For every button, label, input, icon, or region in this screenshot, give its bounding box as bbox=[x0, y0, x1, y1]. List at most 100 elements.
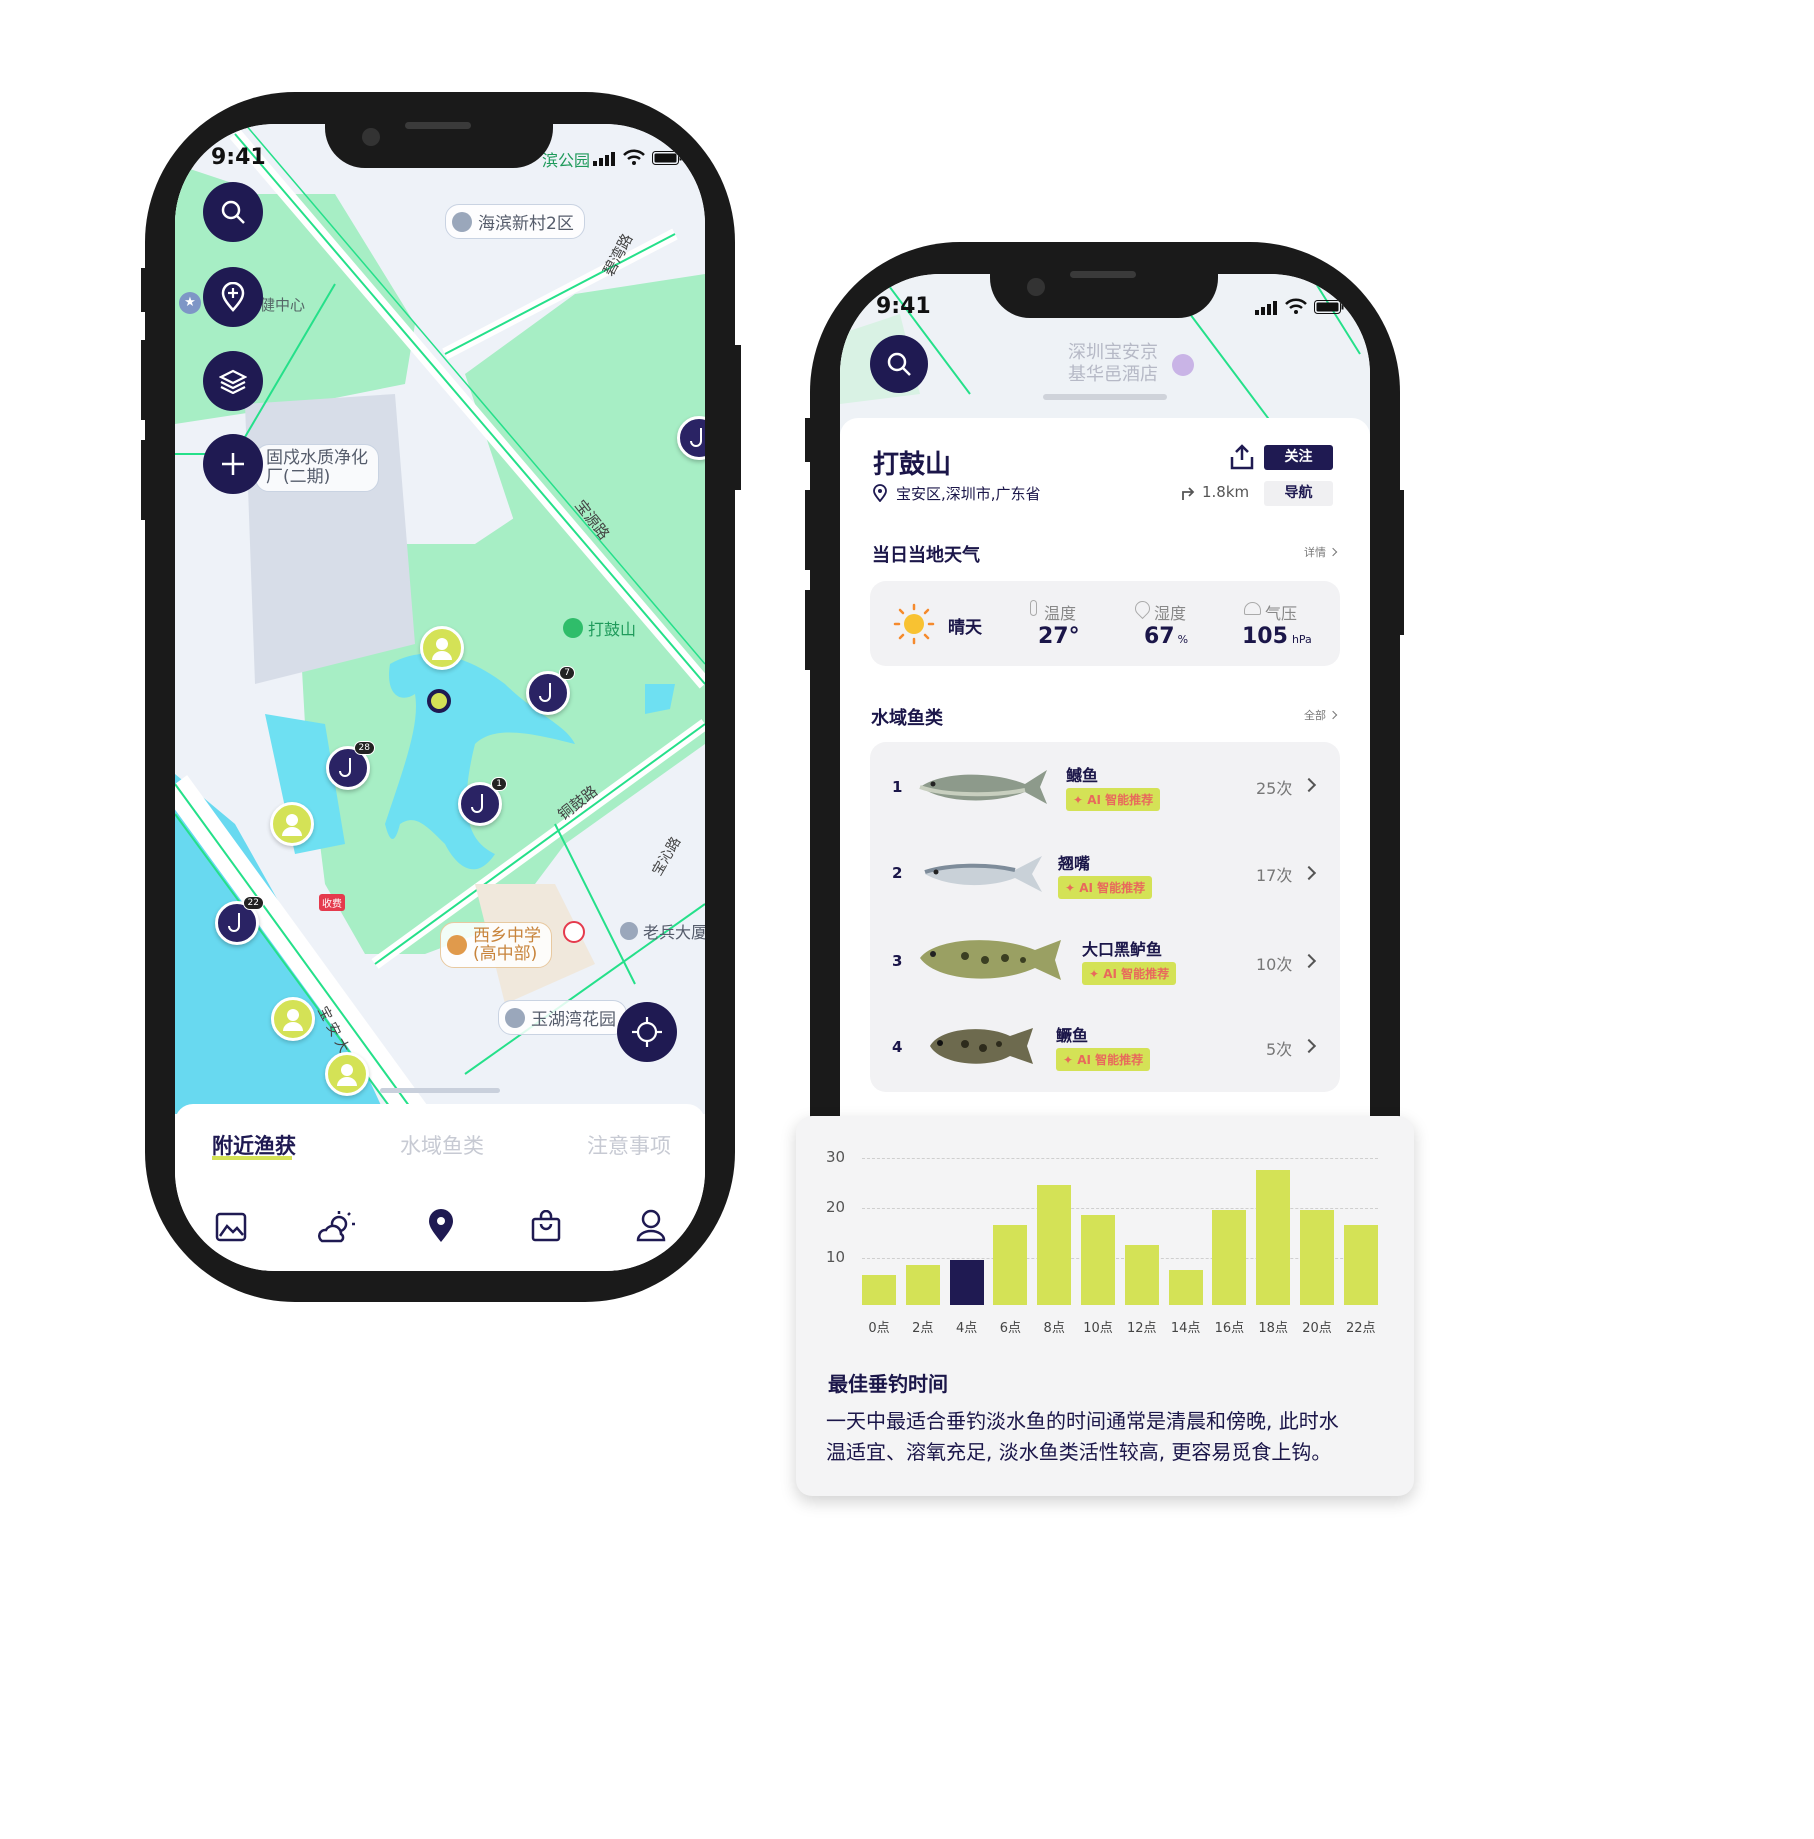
bag-icon[interactable] bbox=[531, 1209, 561, 1246]
locate-button[interactable] bbox=[617, 1002, 677, 1062]
signal-icon bbox=[1255, 300, 1279, 319]
current-location-dot bbox=[427, 689, 451, 713]
map-pin-icon[interactable] bbox=[428, 1209, 454, 1247]
catch-count: 17次 bbox=[1256, 866, 1293, 885]
search-button[interactable] bbox=[203, 182, 263, 242]
map-label-haibin[interactable]: 海滨新村2区 bbox=[445, 204, 585, 239]
fish-name: 大口黑鲈鱼 bbox=[1082, 940, 1163, 959]
fish-section-title: 水域鱼类 bbox=[871, 708, 943, 729]
x-tick-label: 2点 bbox=[912, 1321, 934, 1336]
fish-list-item[interactable]: 2 翘嘴 ✦ AI 智能推荐 17次 bbox=[870, 828, 1338, 914]
search-icon bbox=[887, 352, 911, 376]
humidity-value: 67% bbox=[1144, 624, 1189, 649]
map-label-hotel: 深圳宝安京 基华邑酒店 bbox=[1068, 342, 1158, 385]
y-tick: 20 bbox=[826, 1198, 846, 1216]
x-tick-label: 22点 bbox=[1346, 1321, 1376, 1336]
chart-bar bbox=[1300, 1210, 1334, 1305]
fish-image bbox=[920, 940, 1061, 980]
navigate-button[interactable]: 导航 bbox=[1264, 481, 1333, 506]
layers-button[interactable] bbox=[203, 351, 263, 411]
sun-icon bbox=[893, 603, 935, 649]
left-phone-screen: 9:41 滨公园 海滨新村2区 健中心 ★ 固戍水质净化 厂(二期) 打鼓山 宝源… bbox=[175, 124, 705, 1271]
angler-avatar[interactable] bbox=[271, 997, 315, 1041]
angler-avatar[interactable] bbox=[420, 626, 464, 670]
status-time: 9:41 bbox=[876, 294, 931, 319]
toll-badge: 收费 bbox=[319, 894, 345, 911]
chevron-right-icon bbox=[1328, 710, 1338, 720]
fish-rank: 1 bbox=[892, 778, 903, 796]
y-tick: 10 bbox=[826, 1248, 846, 1266]
weather-section-title: 当日当地天气 bbox=[872, 545, 980, 566]
sheet-handle[interactable] bbox=[1043, 394, 1167, 400]
pressure-icon bbox=[1244, 602, 1261, 615]
wifi-icon bbox=[1285, 298, 1307, 318]
y-tick: 30 bbox=[826, 1148, 846, 1166]
x-tick-label: 14点 bbox=[1170, 1321, 1201, 1336]
battery-icon bbox=[652, 150, 682, 169]
catch-count: 10次 bbox=[1256, 955, 1293, 974]
fish-more-link[interactable]: 全部 bbox=[1304, 707, 1338, 723]
fish-name: 鳡鱼 bbox=[1066, 766, 1099, 785]
angler-avatar[interactable] bbox=[325, 1052, 369, 1096]
map-label-laobing[interactable]: 老兵大厦 bbox=[620, 919, 705, 943]
weather-more-link[interactable]: 详情 bbox=[1304, 544, 1338, 560]
left-phone-speaker bbox=[405, 122, 471, 129]
map-label-yuhu[interactable]: 玉湖湾花园 bbox=[498, 1000, 627, 1035]
sheet-handle[interactable] bbox=[380, 1088, 500, 1093]
weather-icon[interactable] bbox=[317, 1210, 357, 1248]
add-button[interactable] bbox=[203, 434, 263, 494]
crosshair-icon bbox=[632, 1017, 662, 1047]
gallery-icon[interactable] bbox=[215, 1212, 247, 1246]
fish-list-item[interactable]: 4 鳜鱼 ✦ AI 智能推荐 5次 bbox=[870, 1004, 1338, 1090]
tab-water-fish[interactable]: 水域鱼类 bbox=[400, 1130, 484, 1160]
left-phone-notch bbox=[325, 124, 553, 168]
card-description: 一天中最适合垂钓淡水鱼的时间通常是清晨和傍晚, 此时水 温适宜、溶氧充足, 淡水… bbox=[826, 1406, 1339, 1468]
fish-rank: 3 bbox=[892, 952, 903, 970]
search-button[interactable] bbox=[870, 335, 928, 393]
right-phone-notch bbox=[990, 274, 1218, 318]
building-icon bbox=[620, 922, 638, 940]
fish-rank: 2 bbox=[892, 864, 903, 882]
chevron-right-icon bbox=[1301, 1038, 1317, 1054]
chart-bar bbox=[949, 1260, 984, 1305]
catch-pin[interactable]: 22 bbox=[215, 896, 264, 945]
x-tick-label: 18点 bbox=[1258, 1321, 1288, 1336]
tab-notes[interactable]: 注意事项 bbox=[587, 1130, 671, 1160]
fish-image bbox=[924, 856, 1042, 892]
fish-name: 翘嘴 bbox=[1058, 854, 1091, 873]
humidity-label: 湿度 bbox=[1154, 604, 1187, 623]
catch-pin[interactable]: 1 bbox=[458, 777, 507, 826]
building-icon bbox=[452, 211, 472, 232]
status-time: 9:41 bbox=[211, 145, 266, 170]
angler-avatar[interactable] bbox=[270, 802, 314, 846]
chart-bar bbox=[1081, 1215, 1115, 1305]
follow-button[interactable]: 关注 bbox=[1264, 445, 1333, 470]
profile-icon[interactable] bbox=[636, 1209, 666, 1247]
map-label-xixiang[interactable]: 西乡中学 (高中部) bbox=[440, 922, 552, 968]
x-tick-label: 0点 bbox=[868, 1321, 890, 1336]
map-label-center: 健中心 bbox=[260, 296, 306, 314]
map-label-guchuan[interactable]: 固戍水质净化 厂(二期) bbox=[255, 444, 379, 492]
fish-name: 鳜鱼 bbox=[1056, 1026, 1089, 1045]
add-spot-button[interactable] bbox=[203, 267, 263, 327]
chevron-right-icon bbox=[1328, 547, 1338, 557]
catch-pin[interactable]: 28 bbox=[326, 741, 375, 790]
plus-icon bbox=[222, 453, 244, 475]
fish-list-item[interactable]: 1 鳡鱼 ✦ AI 智能推荐 25次 bbox=[870, 742, 1338, 828]
card-description-line: 一天中最适合垂钓淡水鱼的时间通常是清晨和傍晚, 此时水 bbox=[826, 1409, 1339, 1433]
wifi-icon bbox=[623, 149, 645, 169]
temperature-value: 27° bbox=[1038, 624, 1080, 649]
catch-pin[interactable]: 7 bbox=[526, 666, 575, 715]
fish-list-item[interactable]: 3 大口黑鲈鱼 ✦ AI 智能推荐 10次 bbox=[870, 916, 1338, 1002]
chart-bar bbox=[1037, 1185, 1072, 1305]
map-label-dagushan[interactable]: 打鼓山 bbox=[563, 616, 636, 640]
ai-recommend-badge: ✦ AI 智能推荐 bbox=[1058, 876, 1153, 899]
chart-bar bbox=[905, 1265, 940, 1305]
school-icon bbox=[447, 935, 467, 955]
card-title: 最佳垂钓时间 bbox=[828, 1372, 948, 1396]
active-tab-indicator bbox=[212, 1156, 292, 1160]
weather-condition: 晴天 bbox=[948, 618, 982, 638]
share-icon[interactable] bbox=[1230, 444, 1254, 474]
star-icon: ★ bbox=[179, 292, 201, 314]
ai-recommend-badge: ✦ AI 智能推荐 bbox=[1082, 962, 1177, 985]
